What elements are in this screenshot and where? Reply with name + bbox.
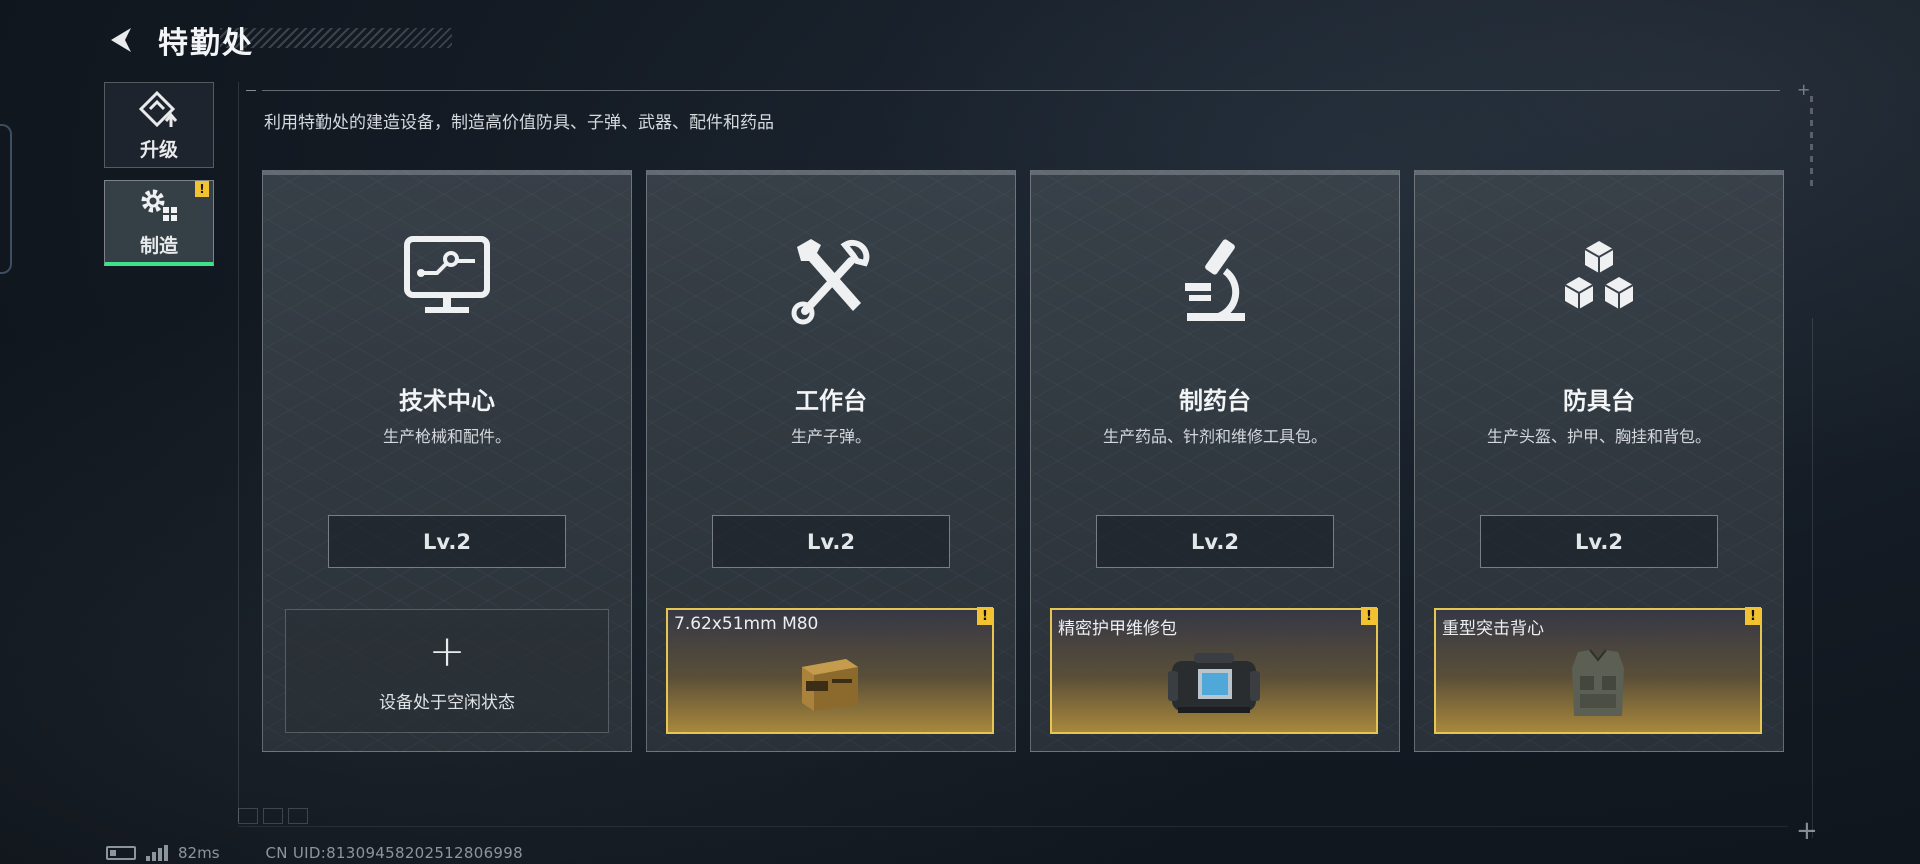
- battery-icon: [106, 846, 136, 860]
- ping-value: 82ms: [178, 844, 220, 862]
- right-ruler-decoration: [1804, 90, 1818, 240]
- title-stripes-decoration: [220, 28, 452, 48]
- side-nav: 升级 ! 制造: [104, 82, 216, 266]
- facility-card-tech-center[interactable]: 技术中心 生产枪械和配件。 Lv.2 + 设备处于空闲状态: [262, 170, 632, 752]
- card-description: 生产头盔、护甲、胸挂和背包。: [1486, 427, 1711, 446]
- bottom-decoration: [238, 808, 328, 828]
- alert-badge: !: [1361, 607, 1377, 625]
- facility-cards: 技术中心 生产枪械和配件。 Lv.2 + 设备处于空闲状态 工作台 生产子弹。 …: [262, 170, 1784, 752]
- level-indicator: Lv.2: [712, 515, 950, 568]
- corner-plus-decoration-bottom: +: [1796, 816, 1818, 846]
- card-title: 制药台: [1179, 387, 1251, 415]
- alert-badge: !: [977, 607, 993, 625]
- monitor-circuit-icon: [404, 236, 490, 313]
- divider-tick: [246, 90, 256, 91]
- level-indicator: Lv.2: [328, 515, 566, 568]
- production-slot-idle[interactable]: + 设备处于空闲状态: [285, 609, 609, 733]
- right-divider: [1812, 318, 1813, 838]
- level-indicator: Lv.2: [1480, 515, 1718, 568]
- signal-icon: [146, 845, 170, 861]
- nav-item-craft[interactable]: ! 制造: [104, 180, 214, 266]
- card-title: 工作台: [795, 387, 867, 415]
- production-slot-active[interactable]: ! 精密护甲维修包: [1050, 607, 1378, 734]
- item-name: 7.62x51mm M80: [674, 614, 819, 634]
- status-bar: 82ms CN UID:81309458202512806998: [106, 844, 523, 862]
- nav-item-upgrade[interactable]: 升级: [104, 82, 214, 168]
- left-edge-handle[interactable]: [0, 124, 12, 274]
- item-name: 精密护甲维修包: [1058, 619, 1177, 639]
- card-title: 防具台: [1563, 387, 1635, 415]
- facility-card-workbench[interactable]: 工作台 生产子弹。 Lv.2 ! 7.62x51mm M80: [646, 170, 1016, 752]
- page-description: 利用特勤处的建造设备，制造高价值防具、子弹、武器、配件和药品: [264, 113, 774, 133]
- divider-top: [262, 90, 1780, 91]
- alert-badge: !: [1745, 607, 1761, 625]
- nav-label-upgrade: 升级: [139, 138, 178, 161]
- card-title: 技术中心: [399, 387, 495, 415]
- card-description: 生产药品、针剂和维修工具包。: [1102, 427, 1327, 446]
- facility-card-armor-bench[interactable]: 防具台 生产头盔、护甲、胸挂和背包。 Lv.2 ! 重型突击背心: [1414, 170, 1784, 752]
- gears-icon: [141, 189, 177, 221]
- level-indicator: Lv.2: [1096, 515, 1334, 568]
- user-uid: CN UID:81309458202512806998: [265, 844, 523, 862]
- back-button[interactable]: [104, 22, 140, 58]
- production-slot-active[interactable]: ! 重型突击背心: [1434, 607, 1762, 734]
- hammer-wrench-icon: [791, 239, 870, 325]
- back-arrow-icon: [111, 28, 131, 52]
- add-icon: +: [428, 625, 466, 677]
- nav-label-craft: 制造: [139, 235, 178, 257]
- card-description: 生产子弹。: [790, 427, 871, 446]
- upgrade-icon: [138, 90, 178, 127]
- cubes-icon: [1564, 241, 1634, 309]
- bottom-divider: [238, 826, 1788, 827]
- microscope-icon: [1185, 239, 1245, 321]
- facility-card-pharmacy[interactable]: 制药台 生产药品、针剂和维修工具包。 Lv.2 ! 精密护甲维修包: [1030, 170, 1400, 752]
- card-description: 生产枪械和配件。: [382, 427, 511, 446]
- alert-badge: !: [195, 181, 209, 197]
- item-name: 重型突击背心: [1442, 619, 1544, 639]
- repair-kit-icon: [1168, 653, 1260, 713]
- vest-icon: [1572, 649, 1624, 716]
- ammo-box-icon: [802, 659, 858, 711]
- divider-vertical: [238, 82, 239, 822]
- production-slot-active[interactable]: ! 7.62x51mm M80: [666, 607, 994, 734]
- slot-status-text: 设备处于空闲状态: [379, 692, 515, 713]
